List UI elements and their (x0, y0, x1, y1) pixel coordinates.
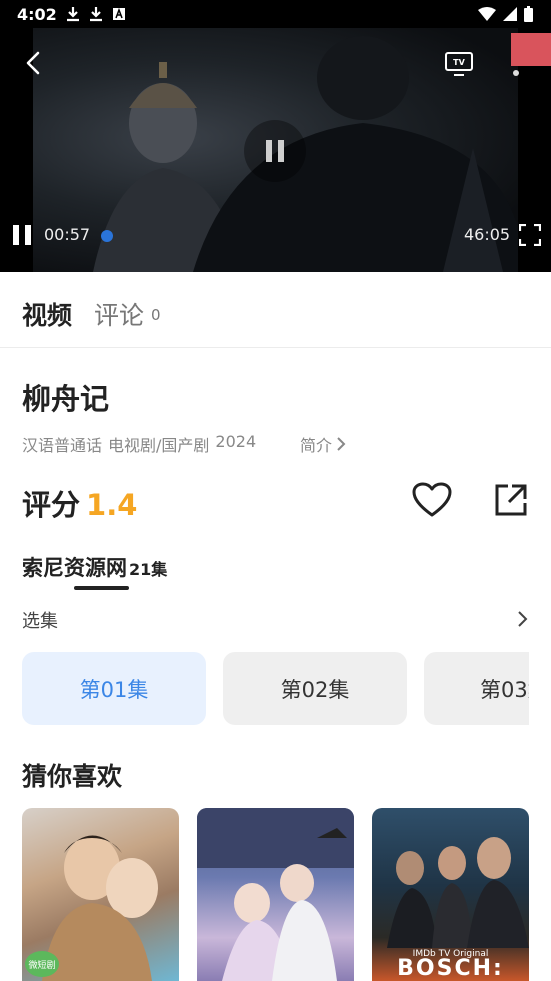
intro-label: 简介 (300, 436, 333, 455)
episode-button-1[interactable]: 第01集 (22, 652, 206, 725)
more-options-icon[interactable] (513, 70, 519, 76)
rating-value: 1.4 (86, 488, 138, 522)
signal-icon (503, 7, 517, 21)
chevron-right-icon (518, 611, 528, 627)
show-language: 汉语普通话 (22, 436, 103, 455)
download-icon (67, 7, 79, 22)
intro-button[interactable]: 简介 (300, 432, 346, 456)
show-meta: 汉语普通话 电视剧/国产剧 2024 (22, 432, 256, 456)
rating-label: 评分 (22, 488, 81, 522)
poster-badge: 微短剧 (25, 951, 59, 977)
episode-button-3[interactable]: 第03集 (424, 652, 529, 725)
font-a-icon (113, 7, 125, 20)
play-pause-button[interactable] (12, 224, 34, 246)
chevron-right-icon (337, 437, 346, 451)
poster-costume-drama (197, 808, 354, 981)
show-title: 柳舟记 (22, 382, 110, 416)
battery-icon (524, 6, 533, 22)
status-time: 4:02 (17, 5, 57, 24)
wifi-icon (478, 7, 496, 21)
floating-overlay[interactable] (511, 33, 551, 66)
video-player[interactable]: 4:02 TV 00:57 46:05 (0, 0, 551, 272)
rating: 评分 1.4 (22, 482, 137, 524)
back-button[interactable] (22, 50, 46, 76)
source-tab[interactable]: 索尼资源网 21集 (22, 552, 167, 582)
chevron-left-icon (26, 51, 40, 75)
total-time: 46:05 (464, 225, 511, 244)
tab-video[interactable]: 视频 (22, 296, 72, 332)
share-button[interactable] (494, 483, 528, 517)
center-pause-button[interactable] (244, 120, 306, 182)
current-time: 00:57 (44, 225, 91, 244)
pause-icon (266, 140, 284, 162)
episodes-more-button[interactable] (514, 609, 530, 629)
cast-tv-button[interactable]: TV (444, 50, 474, 78)
pause-icon (13, 225, 31, 245)
episode-button-2[interactable]: 第02集 (223, 652, 407, 725)
favorite-button[interactable] (412, 482, 452, 518)
episode-list: 第01集 第02集 第03集 (22, 652, 529, 725)
content-tabs: 视频 评论 0 (0, 272, 551, 348)
show-year: 2024 (215, 432, 257, 451)
source-name: 索尼资源网 (22, 556, 127, 580)
share-icon (495, 484, 527, 516)
source-tab-indicator (74, 586, 129, 590)
recommendation-poster-2[interactable] (197, 808, 354, 981)
show-category: 电视剧/国产剧 (108, 436, 210, 455)
download-icon (90, 7, 102, 22)
recommendations-title: 猜你喜欢 (22, 762, 123, 791)
seek-handle[interactable] (101, 230, 113, 242)
fullscreen-button[interactable] (518, 223, 542, 247)
fullscreen-icon (518, 223, 542, 247)
source-episode-count: 21集 (129, 560, 168, 579)
poster-title: BOSCH: (397, 956, 504, 981)
recommendation-poster-3[interactable]: IMDb TV Original BOSCH: (372, 808, 529, 981)
recommendation-poster-1[interactable]: 微短剧 (22, 808, 179, 981)
tab-comments[interactable]: 评论 (94, 296, 144, 332)
svg-text:TV: TV (453, 58, 465, 67)
status-bar: 4:02 (0, 0, 551, 30)
comments-count: 0 (151, 306, 161, 324)
tv-icon: TV (445, 52, 473, 76)
heart-icon (412, 482, 452, 517)
episodes-label: 选集 (22, 611, 58, 632)
